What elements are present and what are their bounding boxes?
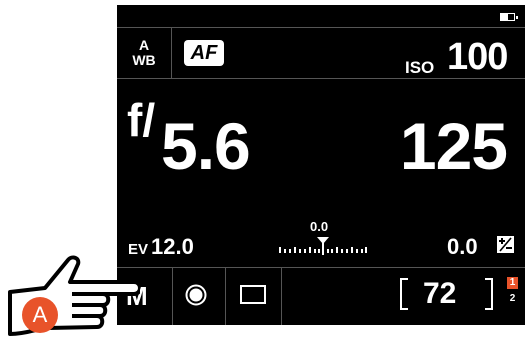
aperture-value[interactable]: 5.6	[161, 108, 251, 184]
exposure-scale-value: 0.0	[310, 219, 329, 234]
callout-badge: A	[32, 302, 48, 327]
autofocus-indicator[interactable]: AF	[184, 40, 224, 66]
divider	[281, 267, 282, 325]
frame-icon[interactable]	[240, 285, 266, 304]
aperture-prefix: f/	[127, 94, 156, 146]
right-bracket-icon	[485, 278, 493, 310]
divider	[172, 267, 173, 325]
camera-screen: A WB AF ISO 100 f/ 5.6 125 EV 12.0 0.0 0…	[117, 5, 525, 325]
card-slot-1: 1	[507, 277, 518, 289]
divider	[117, 27, 525, 28]
wb-mode: A	[138, 37, 150, 53]
ev-value: 12.0	[151, 234, 194, 259]
exposure-scale	[279, 237, 367, 255]
divider	[171, 27, 172, 78]
iso-label: ISO	[405, 58, 435, 77]
battery-icon	[500, 13, 518, 21]
divider	[117, 267, 525, 268]
card-slot-2: 2	[509, 293, 516, 304]
exposure-compensation-value[interactable]: 0.0	[447, 234, 478, 260]
pointing-hand-icon	[8, 255, 140, 336]
wb-label: WB	[132, 52, 156, 68]
divider	[225, 267, 226, 325]
iso-value[interactable]: 100	[447, 36, 508, 79]
plus-minus-icon	[497, 236, 514, 253]
shutter-speed-value[interactable]: 125	[400, 108, 508, 184]
metering-icon[interactable]	[185, 284, 207, 306]
left-bracket-icon	[400, 278, 408, 310]
white-balance-indicator[interactable]: A WB	[128, 38, 160, 67]
shots-remaining: 72	[423, 277, 457, 310]
